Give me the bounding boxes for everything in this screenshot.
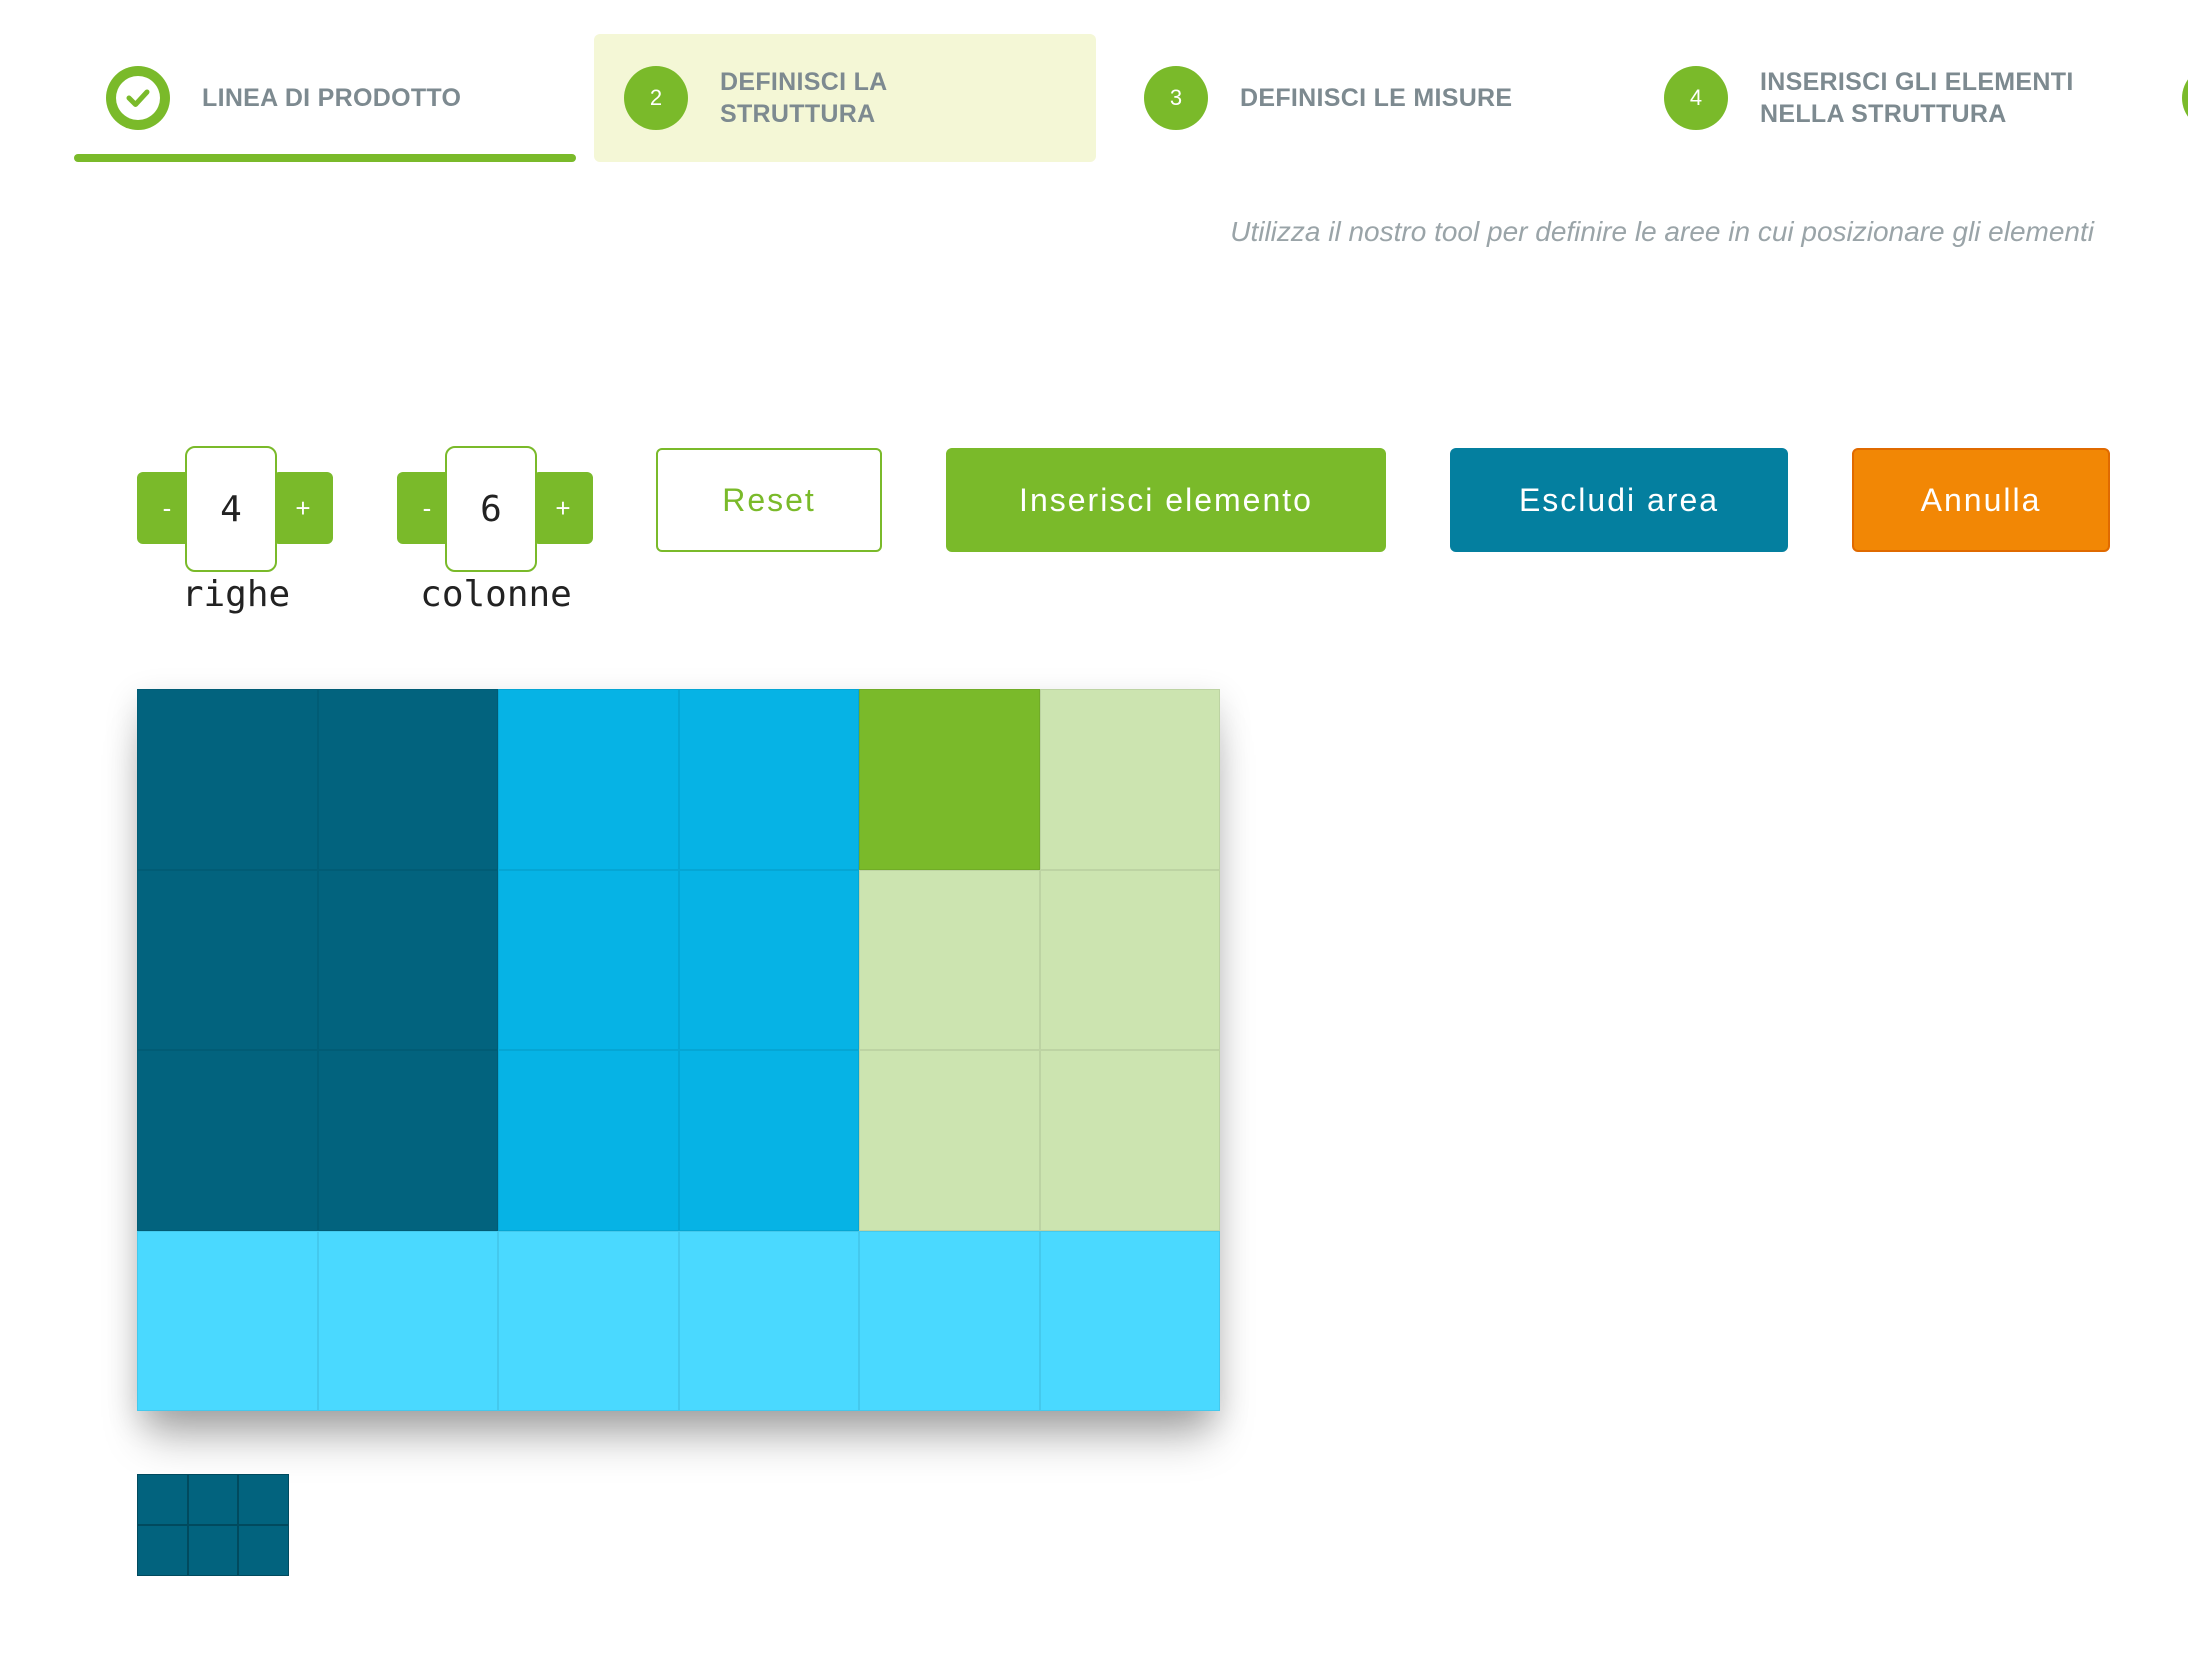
grid-cell[interactable] [317, 1050, 498, 1231]
grid-cell[interactable] [678, 1050, 859, 1231]
preview-cell [238, 1525, 289, 1576]
structure-grid [137, 689, 1220, 1411]
step-linea-di-prodotto[interactable]: LINEA DI PRODOTTO [74, 34, 574, 162]
grid-cell[interactable] [498, 689, 679, 870]
cancel-button[interactable]: Annulla [1852, 448, 2110, 552]
grid-cell[interactable] [137, 1230, 318, 1411]
columns-counter: - + 6 [397, 446, 593, 576]
rows-increment-button[interactable]: + [273, 472, 333, 544]
grid-cell[interactable] [1039, 1050, 1220, 1231]
selected-element-preview[interactable] [137, 1474, 289, 1576]
columns-increment-button[interactable]: + [533, 472, 593, 544]
instruction-text: Utilizza il nostro tool per definire le … [1230, 216, 2094, 247]
rows-value-input[interactable]: 4 [185, 446, 277, 572]
exclude-area-button[interactable]: Escludi area [1450, 448, 1788, 552]
preview-cell [137, 1525, 188, 1576]
step-inserisci-elementi[interactable]: 4 INSERISCI GLI ELEMENTI NELLA STRUTTURA [1634, 34, 2154, 162]
grid-cell[interactable] [859, 869, 1040, 1050]
grid-cell[interactable] [317, 869, 498, 1050]
columns-value-input[interactable]: 6 [445, 446, 537, 572]
grid-cell[interactable] [317, 1230, 498, 1411]
grid-cell[interactable] [317, 689, 498, 870]
grid-cell[interactable] [137, 1050, 318, 1231]
grid-cell[interactable] [1039, 1230, 1220, 1411]
preview-cell [137, 1474, 188, 1525]
step-label: DEFINISCI LE MISURE [1240, 84, 1513, 112]
step-label: DEFINISCI LA STRUTTURA [720, 68, 888, 128]
preview-cell [187, 1474, 239, 1525]
step-definisci-struttura[interactable]: 2 DEFINISCI LA STRUTTURA [594, 34, 1096, 162]
step-label: LINEA DI PRODOTTO [202, 84, 462, 112]
grid-cell[interactable] [137, 869, 318, 1050]
step-number-badge: 3 [1144, 66, 1208, 130]
grid-cell[interactable] [678, 869, 859, 1050]
grid-cell[interactable] [859, 1050, 1040, 1231]
step-definisci-misure[interactable]: 3 DEFINISCI LE MISURE [1114, 34, 1634, 162]
step-next-badge [2182, 66, 2188, 130]
grid-cell[interactable] [678, 1230, 859, 1411]
grid-cell[interactable] [498, 1230, 679, 1411]
rows-label: righe [181, 574, 291, 615]
grid-cell[interactable] [1039, 869, 1220, 1050]
preview-cell [187, 1525, 239, 1576]
grid-cell[interactable] [137, 689, 318, 870]
rows-counter: - + 4 [137, 446, 333, 576]
grid-cell[interactable] [498, 869, 679, 1050]
reset-button[interactable]: Reset [656, 448, 882, 552]
preview-cell [238, 1474, 289, 1525]
step-progress-underline [74, 154, 576, 162]
step-number-badge: 2 [624, 66, 688, 130]
step-check-icon [106, 66, 170, 130]
grid-cell[interactable] [1039, 689, 1220, 870]
grid-cell[interactable] [678, 689, 859, 870]
step-label: INSERISCI GLI ELEMENTI NELLA STRUTTURA [1760, 68, 2074, 128]
columns-label: colonne [420, 574, 572, 615]
grid-cell[interactable] [498, 1050, 679, 1231]
grid-cell[interactable] [859, 689, 1040, 870]
insert-element-button[interactable]: Inserisci elemento [946, 448, 1386, 552]
step-number-badge: 4 [1664, 66, 1728, 130]
grid-cell[interactable] [859, 1230, 1040, 1411]
